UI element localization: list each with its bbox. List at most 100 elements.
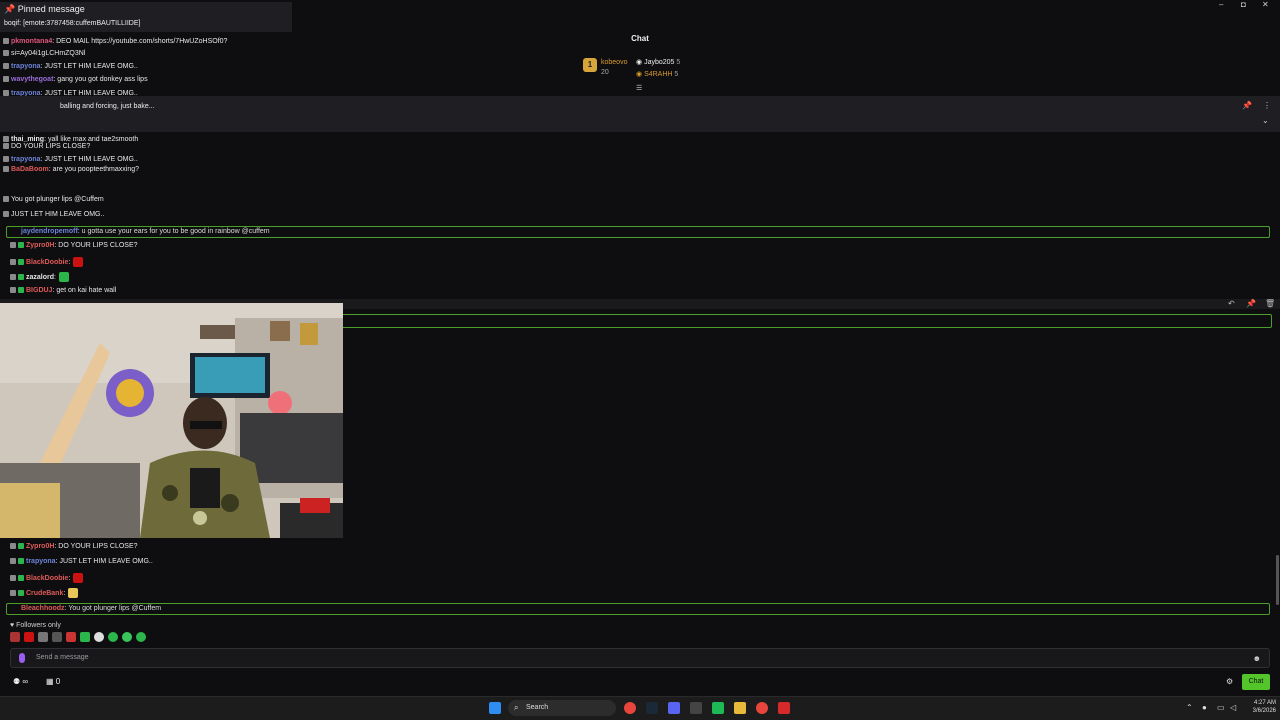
hype-text: balling and forcing, just bake...	[60, 103, 155, 110]
chat-username[interactable]: thai_ming	[11, 136, 44, 143]
pinned-text: boqif: [emote:3787458:cuffemBAUTILLIIDE]	[4, 20, 141, 27]
chat-message: Zypro0H: DO YOUR LIPS CLOSE?	[10, 543, 138, 550]
badge-icon	[3, 50, 9, 57]
chevron-up-icon[interactable]: ⌃	[1186, 703, 1193, 712]
emoji-icon[interactable]: ☻	[1253, 654, 1261, 663]
chat-message: zazalord:	[10, 272, 71, 282]
minimize-button[interactable]: –	[1219, 0, 1223, 9]
badge-icon	[3, 136, 9, 143]
chat-username[interactable]: BlackDoobie	[26, 575, 68, 582]
network-icon[interactable]: ▭	[1217, 703, 1225, 712]
points-icon[interactable]: ⚉ ∞	[13, 677, 28, 686]
emote-icon[interactable]	[23, 632, 34, 642]
chat-text: JUST LET HIM LEAVE OMG..	[44, 156, 138, 163]
chat-username[interactable]: CrudeBank	[26, 590, 63, 597]
chat-username[interactable]: trapyona	[11, 156, 41, 163]
emote-bar	[10, 632, 148, 644]
emote-icon[interactable]	[51, 632, 62, 642]
pinned-message[interactable]: 📌 Pinned message boqif: [emote:3787458:c…	[0, 2, 292, 32]
badge-icon	[18, 242, 24, 249]
badge-icon	[3, 211, 9, 218]
windows-start-icon[interactable]	[489, 702, 501, 714]
gift-icon[interactable]: ▦ 0	[46, 677, 60, 686]
chrome-icon[interactable]	[756, 702, 768, 714]
app-icon[interactable]	[690, 702, 702, 714]
settings-icon[interactable]: ⚙	[1226, 677, 1233, 686]
chat-text: :	[68, 574, 71, 582]
close-button[interactable]: ✕	[1262, 0, 1269, 9]
chat-username[interactable]: BaDaBoom	[11, 166, 49, 173]
chat-text: JUST LET HIM LEAVE OMG..	[11, 211, 105, 218]
highlighted-message[interactable]: Bleachhoodz: You got plunger lips @Cuffe…	[6, 603, 1270, 615]
emote-icon[interactable]	[121, 632, 132, 642]
leaderboard[interactable]: 1 kobeovo 20 ◉ Jaybo205 5 ◉ S4RAHH 5	[583, 56, 723, 82]
chat-message: Zypro0H: DO YOUR LIPS CLOSE?	[10, 242, 138, 249]
chevron-down-icon[interactable]: ⌄	[1262, 116, 1269, 125]
chat-username[interactable]: BlackDoobie	[26, 259, 68, 266]
reply-icon[interactable]: ↶	[1228, 299, 1235, 308]
app-icon[interactable]	[712, 702, 724, 714]
chat-username[interactable]: jaydendropemoff	[21, 228, 78, 235]
emote-icon[interactable]	[10, 632, 20, 642]
taskbar: ⌕ Search ⌃ ● ▭ ◁ 4:27 AM 3/6/2026	[0, 696, 1280, 720]
leaderboard-expand-icon[interactable]: ☰	[636, 84, 644, 92]
app-icon[interactable]	[778, 702, 790, 714]
emote-icon[interactable]	[79, 632, 90, 642]
chat-input-placeholder: Send a message	[36, 654, 89, 661]
badge-icon	[3, 166, 9, 173]
more-icon[interactable]: ⋮	[1263, 101, 1271, 110]
badge-icon	[10, 259, 16, 265]
badge-icon	[10, 590, 16, 596]
chat-text: si=Ay04i1gLCHmZQ3Nl	[11, 50, 86, 57]
chat-username[interactable]: trapyona	[11, 63, 41, 70]
badge-icon	[10, 543, 16, 550]
badge-icon	[3, 38, 9, 45]
leader-2: ◉ Jaybo205 5	[636, 59, 681, 66]
highlighted-message-content: jaydendropemoff: u gotta use your ears f…	[21, 228, 270, 235]
chat-title: Chat	[631, 34, 649, 43]
emote-icon[interactable]	[135, 632, 146, 642]
chrome-icon[interactable]	[624, 702, 636, 714]
chat-username[interactable]: Zypro0H	[26, 242, 54, 249]
emote-icon[interactable]	[93, 632, 104, 642]
mic-icon[interactable]: ●	[1202, 703, 1207, 712]
chat-text: gang you got donkey ass lips	[57, 76, 148, 83]
chat-text: :	[63, 589, 66, 597]
chat-text: : u gotta use your ears for you to be go…	[77, 228, 270, 235]
taskbar-clock[interactable]: 4:27 AM 3/6/2026	[1244, 699, 1276, 715]
chat-username[interactable]: Bleachhoodz	[21, 605, 65, 612]
microphone-icon[interactable]	[19, 653, 25, 663]
steam-icon[interactable]	[646, 702, 658, 714]
chat-username[interactable]: wavythegoat	[11, 76, 53, 83]
chat-message: CrudeBank:	[10, 588, 80, 598]
emote-icon[interactable]	[37, 632, 48, 642]
pin-icon[interactable]: 📌	[1242, 101, 1252, 110]
chat-username[interactable]: BIGDUJ	[26, 287, 52, 294]
send-chat-button[interactable]: Chat	[1242, 674, 1270, 690]
folder-icon[interactable]	[734, 702, 746, 714]
badge-icon	[10, 558, 16, 565]
chat-username[interactable]: zazalord	[26, 274, 54, 281]
taskbar-search[interactable]: ⌕ Search	[508, 700, 616, 716]
highlighted-message[interactable]: jaydendropemoff: u gotta use your ears f…	[6, 226, 1270, 238]
scrollbar[interactable]	[1276, 555, 1279, 605]
chat-line: You got plunger lips @Cuffem	[3, 196, 104, 203]
chat-username[interactable]: pkmontana4	[11, 38, 52, 45]
pin-icon[interactable]: 📌	[1246, 299, 1256, 308]
chat-username[interactable]: trapyona	[26, 558, 56, 565]
chat-input[interactable]: Send a message ☻	[10, 648, 1270, 668]
chat-username[interactable]: Zypro0H	[26, 543, 54, 550]
badge-icon	[18, 558, 24, 565]
trash-icon[interactable]: 🗑	[1265, 299, 1275, 308]
chat-text: DEO MAIL https://youtube.com/shorts/7HwU…	[56, 38, 228, 45]
maximize-button[interactable]: ◘	[1241, 0, 1246, 9]
chat-text: You got plunger lips @Cuffem	[11, 196, 104, 203]
emote-icon[interactable]	[107, 632, 118, 642]
clock-time: 4:27 AM	[1253, 700, 1276, 706]
emote-icon[interactable]	[65, 632, 76, 642]
discord-icon[interactable]	[668, 702, 680, 714]
hype-bar: balling and forcing, just bake... 📌 ⋮ ⌄	[0, 96, 1280, 132]
badge-icon	[3, 63, 9, 70]
badge-icon	[10, 242, 16, 249]
volume-icon[interactable]: ◁	[1230, 703, 1236, 712]
